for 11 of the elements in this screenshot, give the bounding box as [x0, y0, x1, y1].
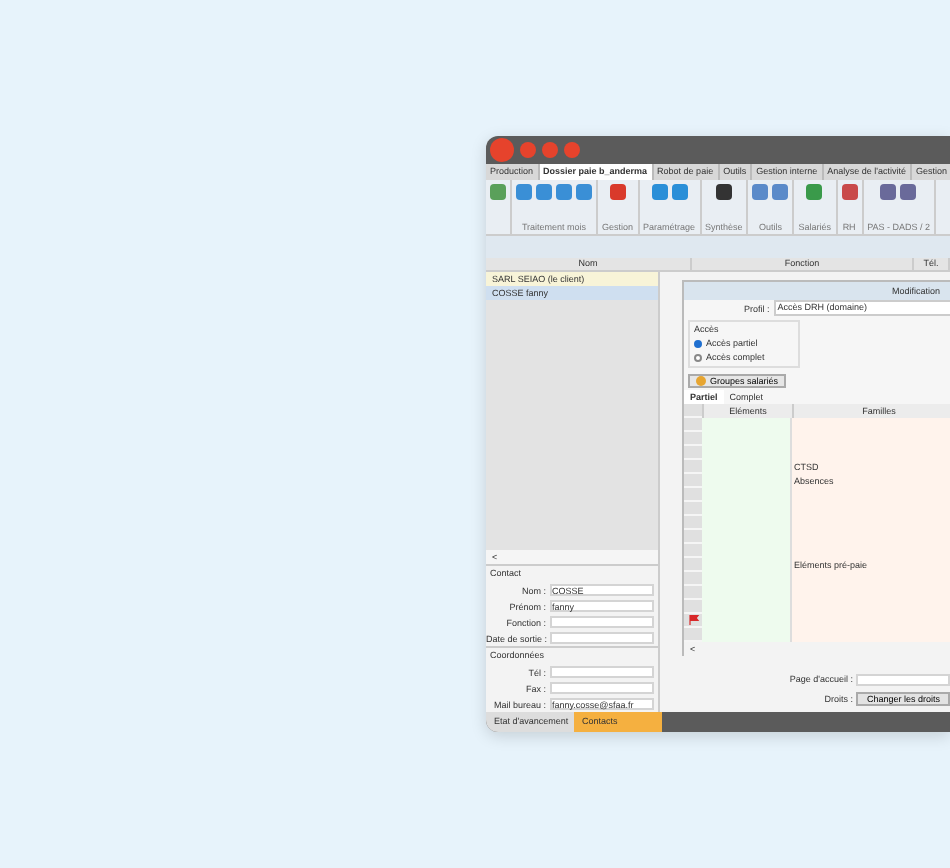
- flag-icon: [687, 614, 699, 626]
- radio-button[interactable]: [694, 353, 702, 361]
- toolbar-icon[interactable]: [715, 184, 732, 200]
- text-field[interactable]: [550, 682, 655, 694]
- radio-button[interactable]: [694, 339, 702, 347]
- text-field[interactable]: [550, 616, 655, 628]
- logo-icon: [490, 138, 514, 162]
- text-field[interactable]: [550, 632, 655, 644]
- text-field[interactable]: [856, 673, 950, 685]
- text-field[interactable]: [550, 666, 655, 678]
- row-header[interactable]: [684, 614, 702, 628]
